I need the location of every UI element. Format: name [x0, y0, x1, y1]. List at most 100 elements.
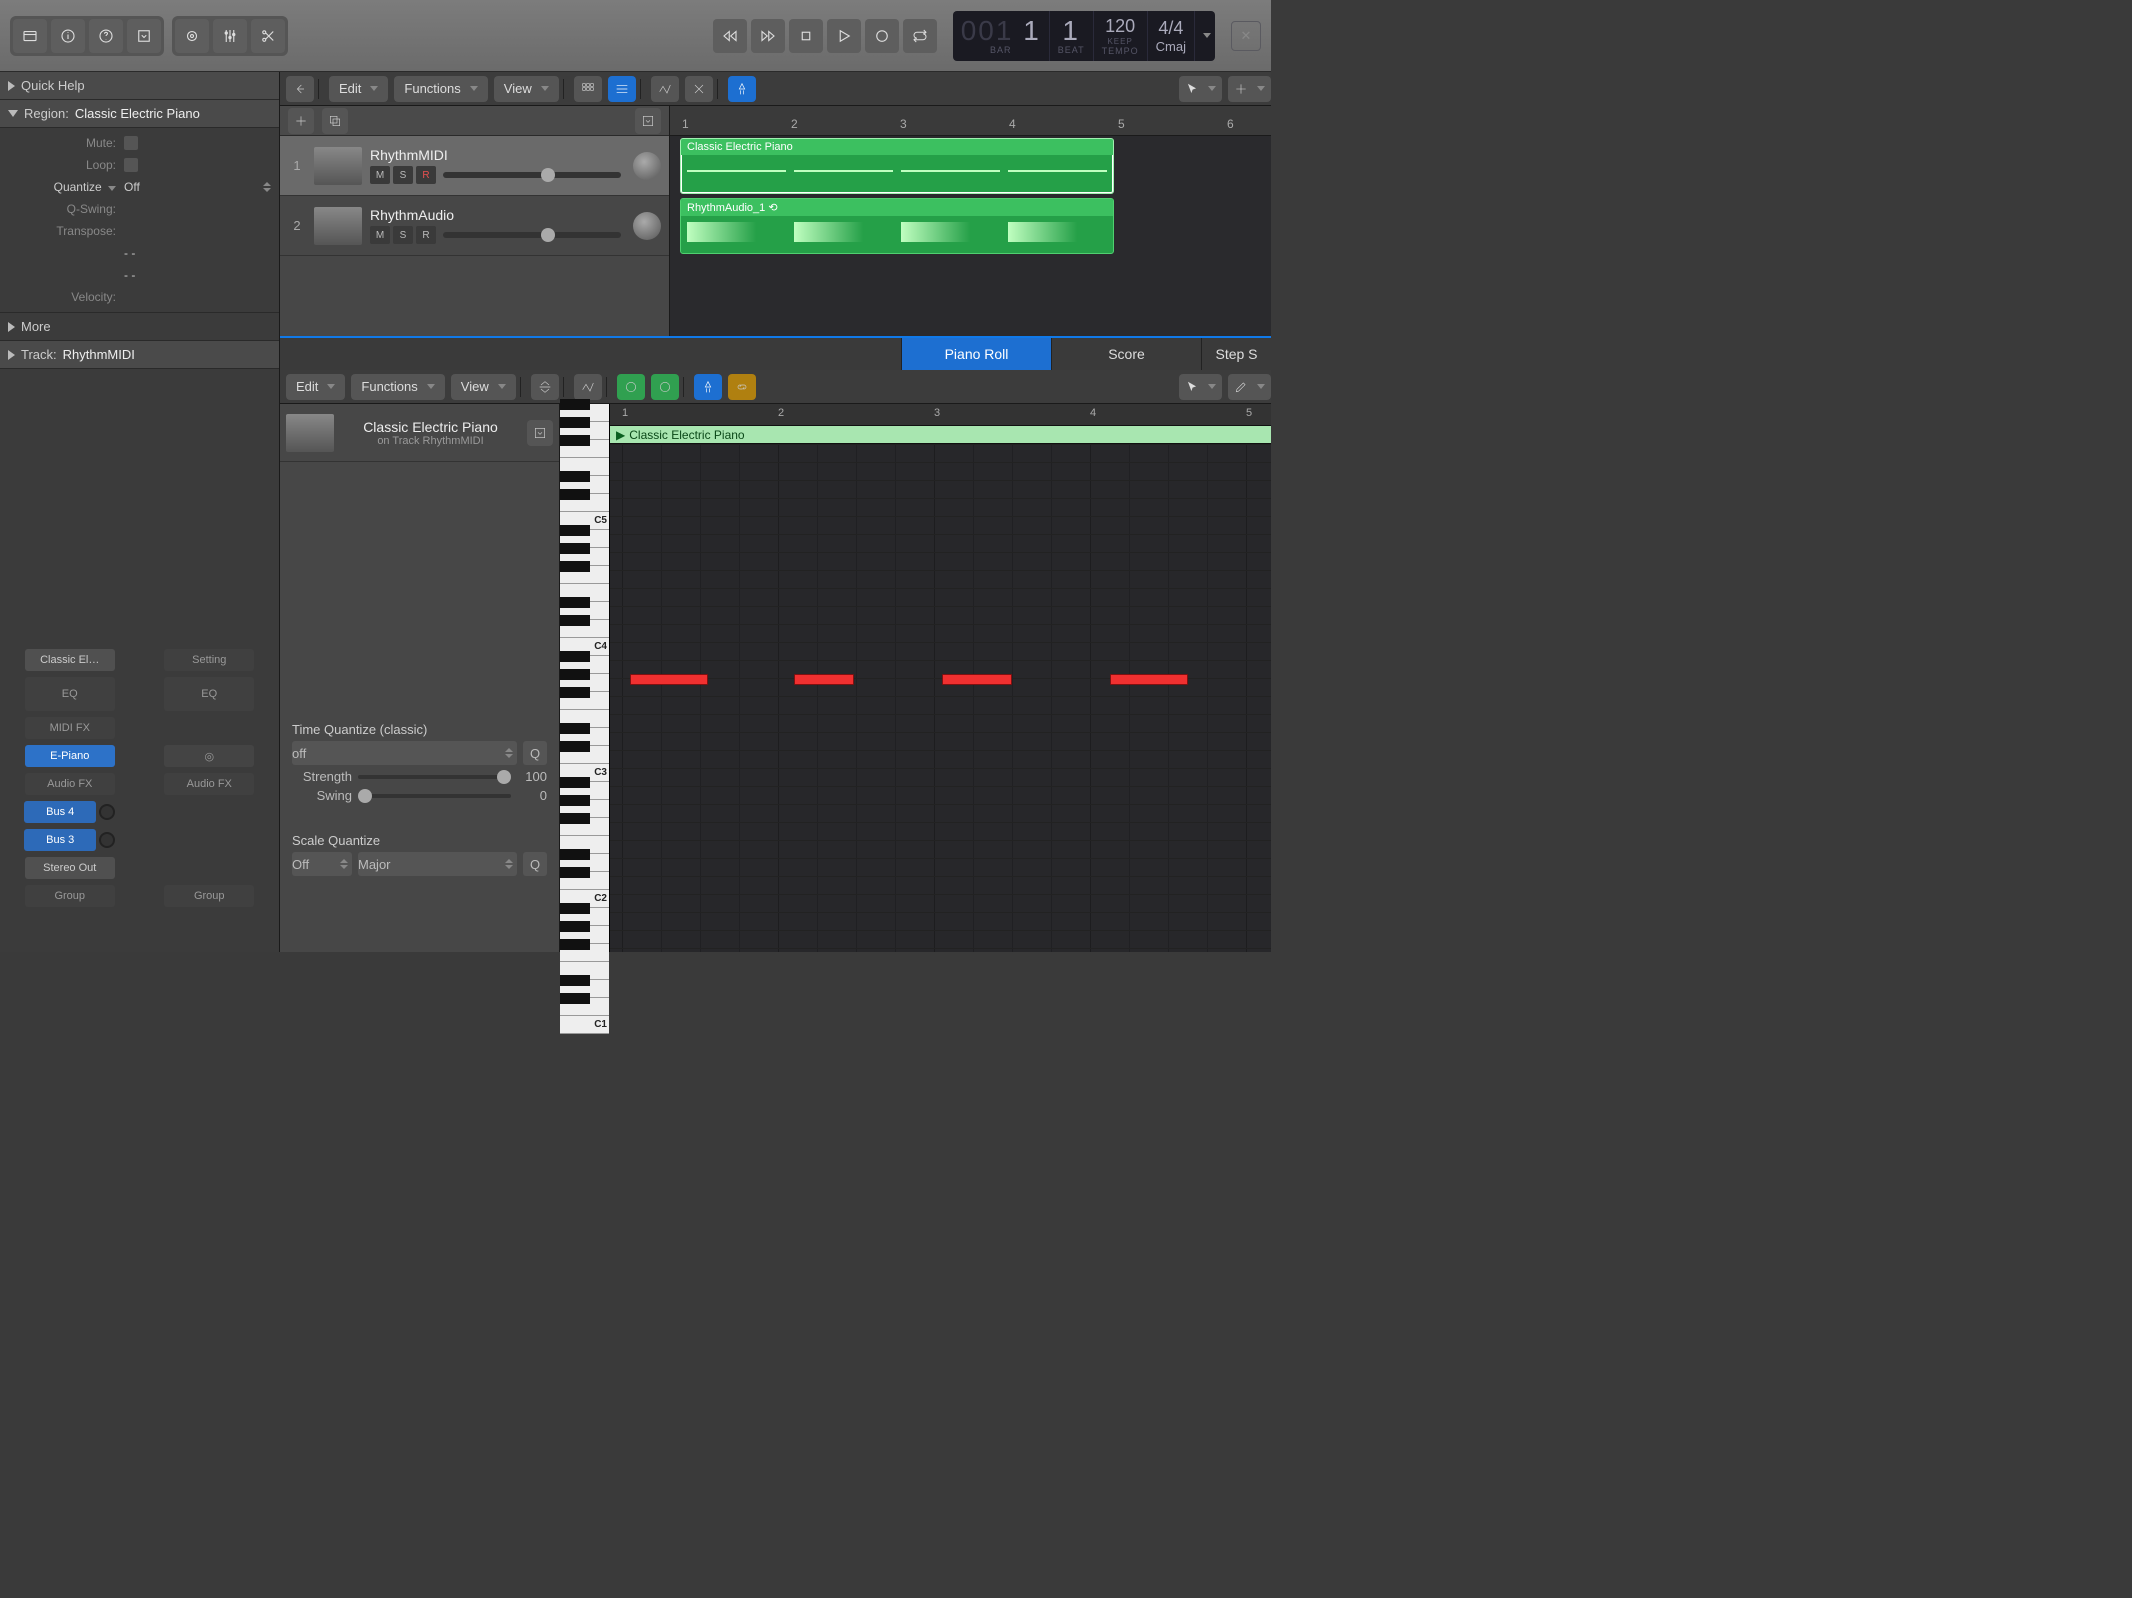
close-icon[interactable]: ✕ [1231, 21, 1261, 51]
record-button[interactable] [865, 19, 899, 53]
loop-checkbox[interactable] [124, 158, 138, 172]
midi-note[interactable] [942, 674, 1012, 685]
midi-out-icon[interactable] [651, 374, 679, 400]
audiofx-slot[interactable]: Audio FX [25, 773, 115, 795]
grid-view-icon[interactable] [574, 76, 602, 102]
automation-icon[interactable] [651, 76, 679, 102]
arrange-area[interactable]: 1 2 3 4 5 6 Classic Electric Piano Rhyth… [670, 106, 1271, 336]
solo-button[interactable]: S [393, 226, 413, 244]
pan-knob[interactable] [633, 152, 661, 180]
library-button[interactable] [13, 19, 47, 53]
lcd-menu-button[interactable] [1195, 11, 1215, 61]
scissors-button[interactable] [251, 19, 285, 53]
audiofx-slot-2[interactable]: Audio FX [164, 773, 254, 795]
editor-ruler[interactable]: 1 2 3 4 5 [610, 404, 1271, 426]
preset-slot[interactable]: Classic El… [25, 649, 115, 671]
lcd-display[interactable]: 001 1BAR 1BEAT 120KEEPTEMPO 4/4Cmaj [953, 11, 1215, 61]
quick-help-header[interactable]: Quick Help [0, 72, 279, 100]
help-button[interactable] [89, 19, 123, 53]
mute-checkbox[interactable] [124, 136, 138, 150]
tab-score[interactable]: Score [1051, 338, 1201, 370]
view-menu[interactable]: View [494, 76, 559, 102]
more-header[interactable]: More [0, 312, 279, 341]
scale-quantize-button[interactable]: Q [523, 852, 547, 876]
editor-edit-menu[interactable]: Edit [286, 374, 345, 400]
solo-button[interactable]: S [393, 166, 413, 184]
eq-slot-2[interactable]: EQ [164, 677, 254, 711]
snap-icon[interactable] [728, 76, 756, 102]
send-2-slot[interactable]: Bus 3 [24, 829, 96, 851]
midi-in-icon[interactable] [617, 374, 645, 400]
record-enable-button[interactable]: R [416, 166, 436, 184]
rewind-button[interactable] [713, 19, 747, 53]
group-slot-2[interactable]: Group [164, 885, 254, 907]
time-quantize-dropdown[interactable]: off [292, 741, 517, 765]
editor-pencil-tool[interactable] [1228, 374, 1271, 400]
tab-piano-roll[interactable]: Piano Roll [901, 338, 1051, 370]
link-icon[interactable] [728, 374, 756, 400]
group-slot[interactable]: Group [25, 885, 115, 907]
mixer-button[interactable] [213, 19, 247, 53]
play-button[interactable] [827, 19, 861, 53]
automation-icon-2[interactable] [574, 374, 602, 400]
piano-roll-grid[interactable]: 1 2 3 4 5 ▶ Classic Electric Piano [610, 404, 1271, 952]
quantize-button[interactable]: Q [523, 741, 547, 765]
piano-keyboard[interactable]: C5C4C3C2C1 [560, 404, 610, 952]
arrange-ruler[interactable]: 1 2 3 4 5 6 [670, 106, 1271, 136]
audio-region-clip[interactable]: RhythmAudio_1 ⟲ [680, 198, 1114, 254]
editor-pointer-tool[interactable] [1179, 374, 1222, 400]
strength-slider[interactable] [358, 775, 511, 779]
editor-functions-menu[interactable]: Functions [351, 374, 444, 400]
volume-slider[interactable] [443, 232, 621, 238]
global-tracks-button[interactable] [635, 108, 661, 134]
stereo-icon[interactable]: ◎ [164, 745, 254, 767]
tab-step[interactable]: Step S [1201, 338, 1271, 370]
output-slot[interactable]: Stereo Out [25, 857, 115, 879]
swing-slider[interactable] [358, 794, 511, 798]
forward-button[interactable] [751, 19, 785, 53]
pan-knob[interactable] [633, 212, 661, 240]
cycle-button[interactable] [903, 19, 937, 53]
instrument-slot[interactable]: E-Piano [25, 745, 115, 767]
editor-view-menu[interactable]: View [451, 374, 516, 400]
collapse-icon[interactable] [531, 374, 559, 400]
smart-controls-button[interactable] [175, 19, 209, 53]
midifx-slot[interactable]: MIDI FX [25, 717, 115, 739]
add-track-button[interactable] [288, 108, 314, 134]
eq-slot[interactable]: EQ [25, 677, 115, 711]
pointer-tool[interactable] [1179, 76, 1222, 102]
setting-slot[interactable]: Setting [164, 649, 254, 671]
send-1-slot[interactable]: Bus 4 [24, 801, 96, 823]
midi-note[interactable] [630, 674, 708, 685]
track-header[interactable]: Track:RhythmMIDI [0, 341, 279, 369]
functions-menu[interactable]: Functions [394, 76, 487, 102]
duplicate-track-button[interactable] [322, 108, 348, 134]
midi-note[interactable] [794, 674, 854, 685]
send-2-knob[interactable] [99, 832, 115, 848]
stop-button[interactable] [789, 19, 823, 53]
send-1-knob[interactable] [99, 804, 115, 820]
region-header-bar[interactable]: ▶ Classic Electric Piano [610, 426, 1271, 444]
midi-region-clip[interactable]: Classic Electric Piano [680, 138, 1114, 194]
transpose-label: Transpose: [4, 224, 124, 238]
back-icon[interactable] [286, 76, 314, 102]
mute-button[interactable]: M [370, 166, 390, 184]
track-row-2[interactable]: 2 RhythmAudio M S R [280, 196, 669, 256]
mute-button[interactable]: M [370, 226, 390, 244]
secondary-tool[interactable] [1228, 76, 1271, 102]
volume-slider[interactable] [443, 172, 621, 178]
region-menu-button[interactable] [527, 420, 553, 446]
track-row-1[interactable]: 1 RhythmMIDI M S R [280, 136, 669, 196]
list-view-icon[interactable] [608, 76, 636, 102]
scale-type-dropdown[interactable]: Major [358, 852, 517, 876]
inspector-button[interactable] [51, 19, 85, 53]
snap-icon-2[interactable] [694, 374, 722, 400]
region-header[interactable]: Region:Classic Electric Piano [0, 100, 279, 128]
scale-root-dropdown[interactable]: Off [292, 852, 352, 876]
edit-menu[interactable]: Edit [329, 76, 388, 102]
midi-note[interactable] [1110, 674, 1188, 685]
flex-icon[interactable] [685, 76, 713, 102]
toolbar-dropdown-button[interactable] [127, 19, 161, 53]
record-enable-button[interactable]: R [416, 226, 436, 244]
quantize-value[interactable]: Off [124, 180, 140, 194]
